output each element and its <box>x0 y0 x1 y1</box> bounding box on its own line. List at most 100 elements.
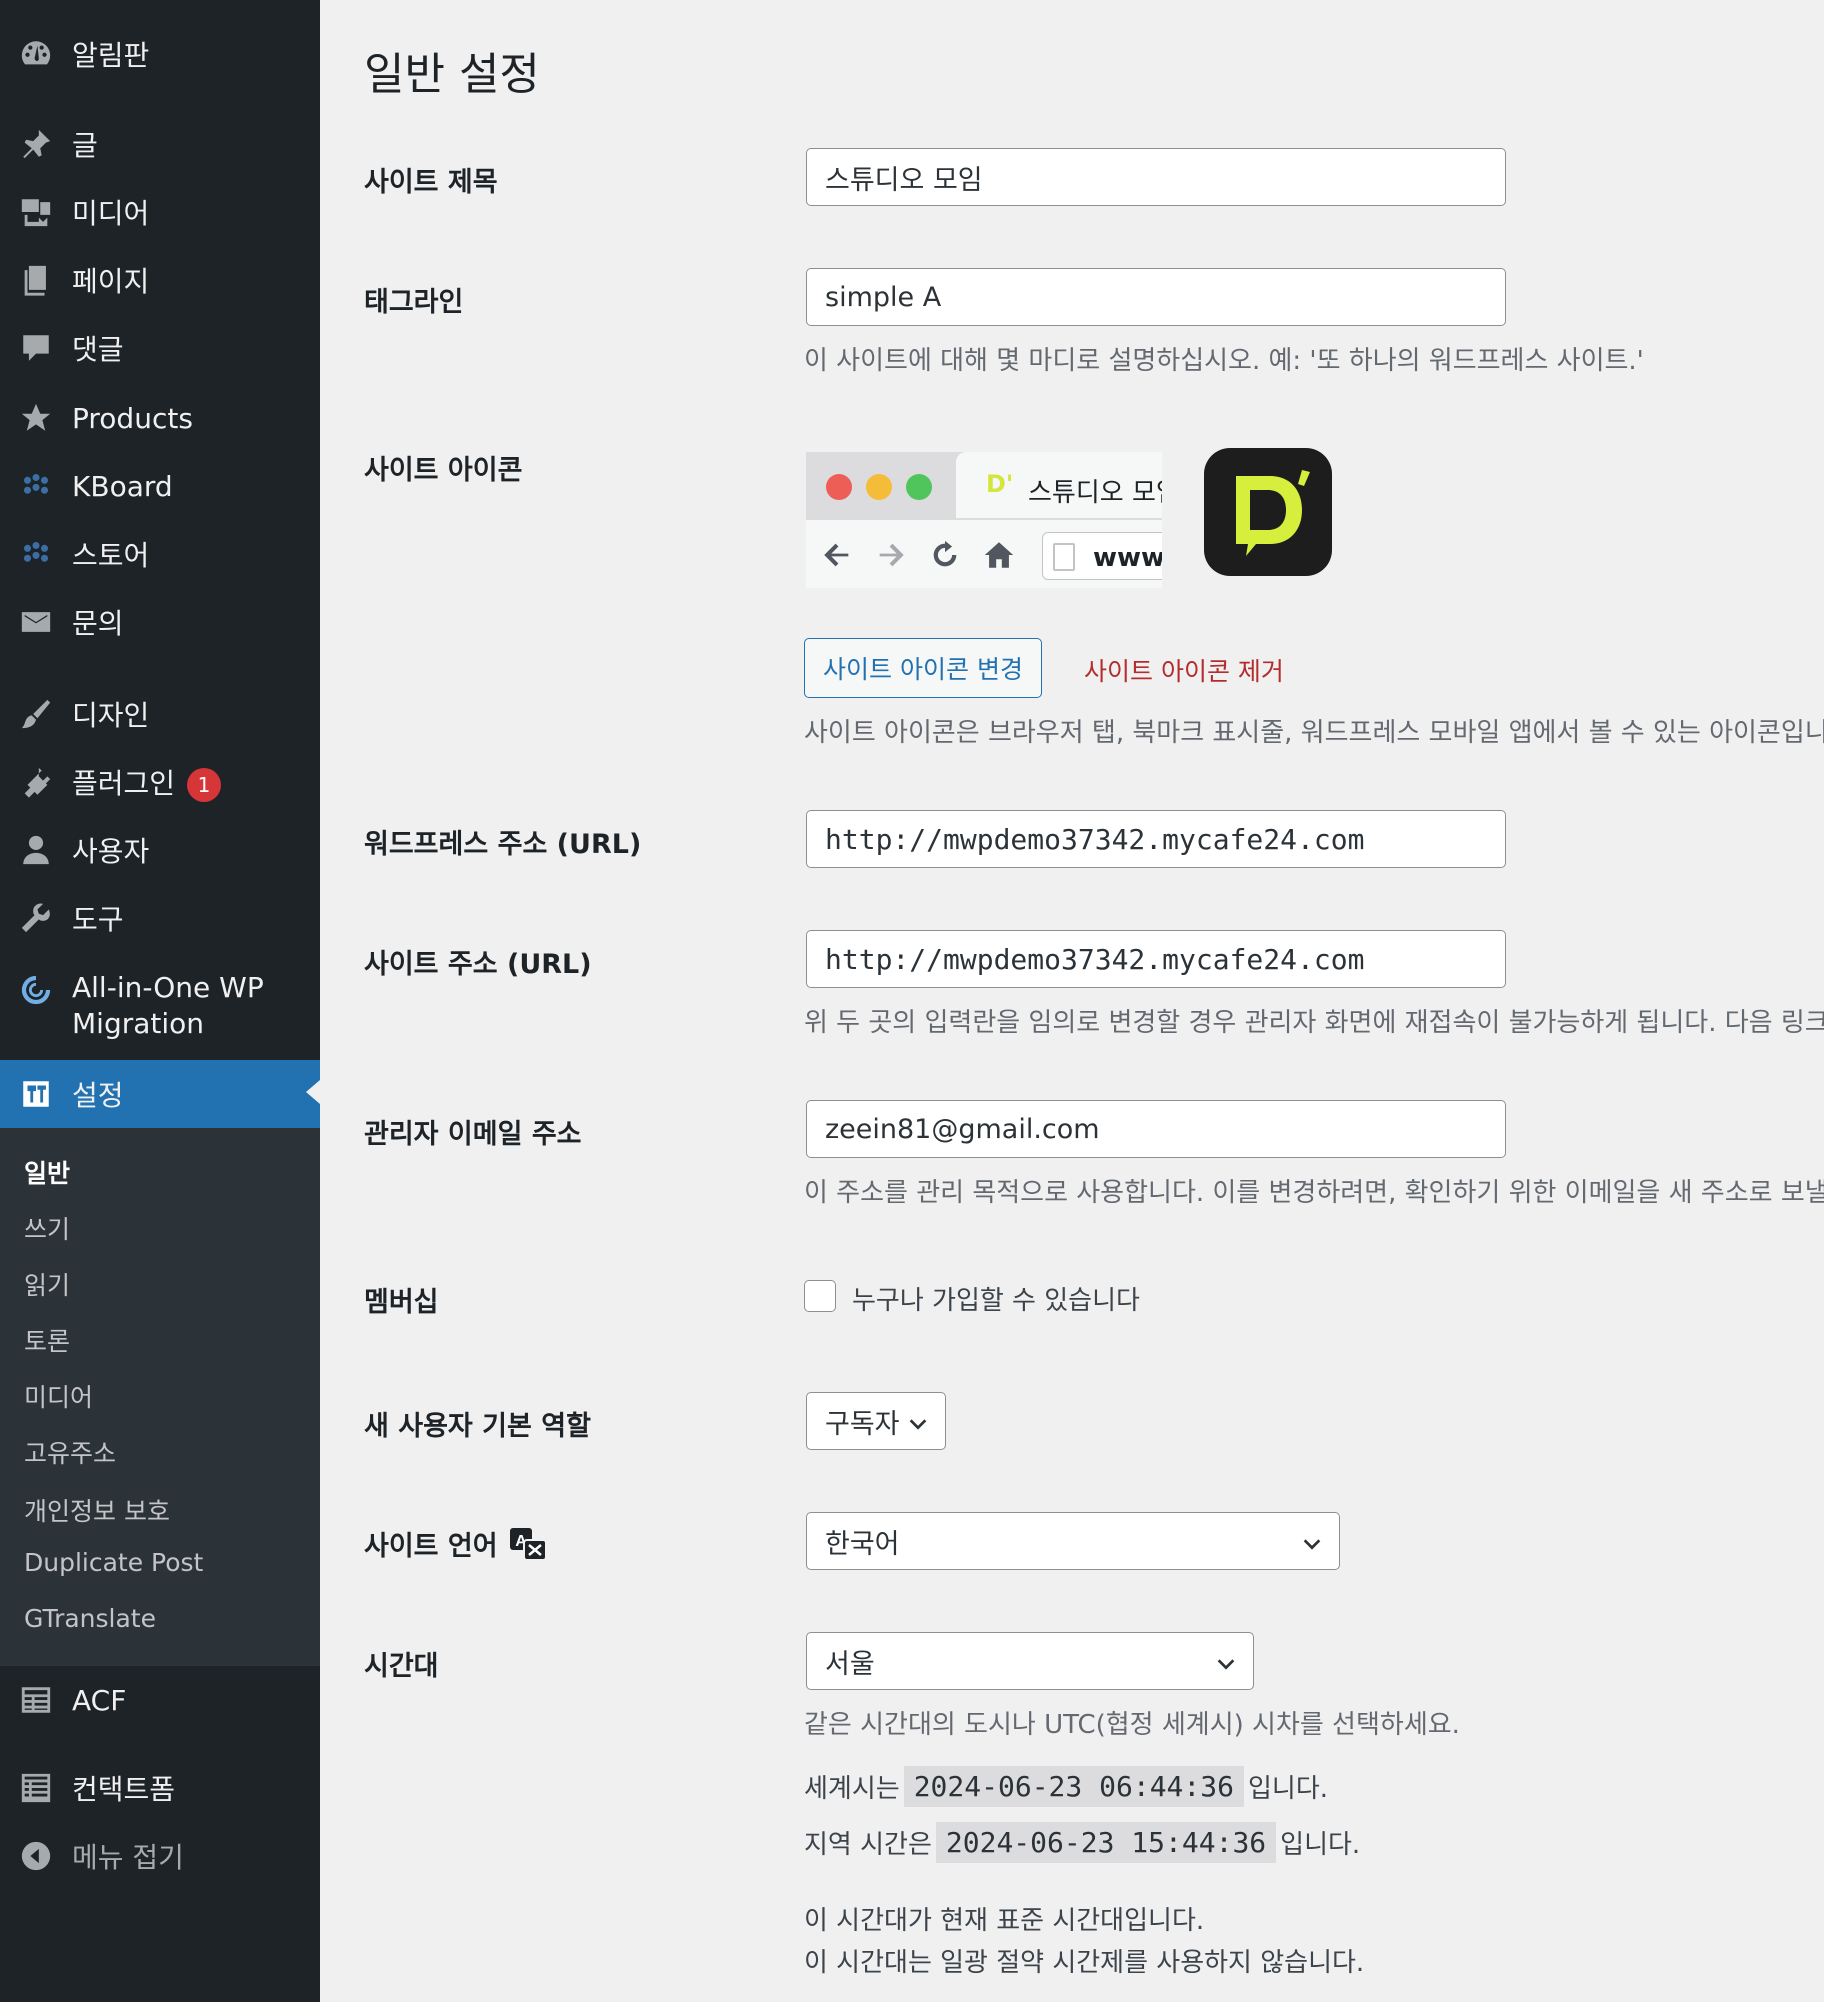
menu-item-users[interactable]: 사용자 <box>0 818 320 882</box>
settings-submenu: 일반 쓰기 읽기 토론 미디어 고유주소 개인정보 보호 Duplicate P… <box>0 1128 320 1666</box>
chevron-down-icon <box>907 1411 929 1433</box>
site-icon-description: 사이트 아이콘은 브라우저 탭, 북마크 표시줄, 워드프레스 모바일 앱에서 … <box>804 718 1824 748</box>
utc-suffix: 입니다. <box>1247 1774 1329 1804</box>
menu-item-comments[interactable]: 댓글 <box>0 316 320 380</box>
membership-checkbox[interactable] <box>804 1280 836 1312</box>
menu-label: ACF <box>72 1683 127 1717</box>
submenu-item-privacy[interactable]: 개인정보 보호 <box>24 1492 170 1528</box>
submenu-item-duplicate-post[interactable]: Duplicate Post <box>24 1548 203 1577</box>
mail-icon <box>18 604 54 640</box>
timezone-label: 시간대 <box>364 1651 439 1682</box>
menu-item-store[interactable]: 스토어 <box>0 522 320 586</box>
site-icon-browser-preview: D' 스튜디오 모임 www. <box>806 452 1162 588</box>
browser-tab: D' 스튜디오 모임 <box>956 452 1162 518</box>
utc-time: 2024-06-23 06:44:36 <box>903 1766 1244 1807</box>
submenu-item-media[interactable]: 미디어 <box>24 1378 93 1414</box>
menu-item-posts[interactable]: 글 <box>0 112 320 176</box>
tab-favicon-icon: D' <box>986 470 1014 498</box>
menu-item-appearance[interactable]: 디자인 <box>0 682 320 746</box>
translate-icon: A <box>508 1526 548 1562</box>
menu-item-contact[interactable]: 문의 <box>0 590 320 654</box>
wrench-icon <box>18 900 54 936</box>
brush-icon <box>18 696 54 732</box>
submenu-item-gtranslate[interactable]: GTranslate <box>24 1604 156 1633</box>
menu-label: All-in-One WP Migration <box>72 970 264 1042</box>
migration-label-line1: All-in-One WP <box>72 971 264 1004</box>
standard-time-note: 이 시간대가 현재 표준 시간대입니다. <box>804 1906 1205 1936</box>
menu-label: 페이지 <box>72 265 150 298</box>
submenu-item-reading[interactable]: 읽기 <box>24 1266 70 1302</box>
local-time: 2024-06-23 15:44:36 <box>935 1822 1277 1863</box>
site-language-label-row: 사이트 언어 A <box>364 1524 548 1563</box>
menu-item-media[interactable]: 미디어 <box>0 180 320 244</box>
site-language-value: 한국어 <box>825 1528 900 1560</box>
menu-label: 컨택트폼 <box>72 1773 176 1806</box>
menu-label: 디자인 <box>72 699 150 732</box>
menu-label: 메뉴 접기 <box>72 1841 184 1874</box>
minimize-dot-icon <box>866 474 892 500</box>
menu-label: 스토어 <box>72 539 150 572</box>
site-url-label: 사이트 주소 (URL) <box>364 949 592 980</box>
menu-item-products[interactable]: Products <box>0 386 320 450</box>
url-bar: www. <box>1042 532 1162 580</box>
admin-email-label: 관리자 이메일 주소 <box>364 1119 582 1150</box>
default-role-label: 새 사용자 기본 역할 <box>364 1411 591 1442</box>
admin-email-input[interactable]: zeein81@gmail.com <box>806 1100 1506 1158</box>
site-title-input[interactable]: 스튜디오 모임 <box>806 148 1506 206</box>
dashboard-icon <box>18 36 54 72</box>
site-url-input[interactable]: http://mwpdemo37342.mycafe24.com <box>806 930 1506 988</box>
membership-label: 멤버십 <box>364 1287 439 1318</box>
menu-item-plugins[interactable]: 플러그인 1 <box>0 750 320 814</box>
local-time-line: 지역 시간은 2024-06-23 15:44:36 입니다. <box>804 1822 1360 1863</box>
menu-label: Products <box>72 401 193 435</box>
media-icon <box>18 194 54 230</box>
tagline-input[interactable]: simple A <box>806 268 1506 326</box>
wp-url-label: 워드프레스 주소 (URL) <box>364 829 642 860</box>
pin-icon <box>18 126 54 162</box>
home-icon <box>982 538 1016 572</box>
collapse-menu-button[interactable]: 메뉴 접기 <box>0 1824 320 1888</box>
admin-email-description: 이 주소를 관리 목적으로 사용합니다. 이를 변경하려면, 확인하기 위한 이… <box>804 1178 1824 1208</box>
membership-checkbox-label[interactable]: 누구나 가입할 수 있습니다 <box>852 1280 1140 1317</box>
menu-item-dashboard[interactable]: 알림판 <box>0 22 320 86</box>
menu-label: 미디어 <box>72 197 150 230</box>
settings-icon <box>18 1076 54 1112</box>
utc-time-line: 세계시는 2024-06-23 06:44:36 입니다. <box>804 1766 1328 1807</box>
kboard-icon <box>18 468 54 504</box>
default-role-select[interactable]: 구독자 <box>806 1392 946 1450</box>
star-icon <box>18 400 54 436</box>
remove-site-icon-button[interactable]: 사이트 아이콘 제거 <box>1084 652 1284 688</box>
update-count-badge: 1 <box>187 768 222 802</box>
submenu-item-general[interactable]: 일반 <box>24 1154 70 1190</box>
tagline-label: 태그라인 <box>364 287 464 318</box>
menu-item-pages[interactable]: 페이지 <box>0 248 320 312</box>
utc-prefix: 세계시는 <box>804 1774 900 1804</box>
wp-url-input[interactable]: http://mwpdemo37342.mycafe24.com <box>806 810 1506 868</box>
menu-item-settings[interactable]: 설정 <box>0 1060 320 1128</box>
submenu-item-permalinks[interactable]: 고유주소 <box>24 1434 116 1470</box>
url-text: www. <box>1093 543 1162 573</box>
timezone-value: 서울 <box>825 1648 875 1680</box>
menu-label: 댓글 <box>72 333 124 366</box>
menu-item-contact-form[interactable]: 컨택트폼 <box>0 1756 320 1820</box>
migration-icon <box>18 972 54 1008</box>
back-arrow-icon <box>820 538 854 572</box>
menu-item-tools[interactable]: 도구 <box>0 886 320 950</box>
submenu-item-discussion[interactable]: 토론 <box>24 1322 70 1358</box>
site-language-label: 사이트 언어 <box>364 1531 498 1562</box>
menu-item-acf[interactable]: ACF <box>0 1668 320 1732</box>
default-role-value: 구독자 <box>825 1408 900 1440</box>
submenu-item-writing[interactable]: 쓰기 <box>24 1210 70 1246</box>
migration-label-line2: Migration <box>72 1007 205 1040</box>
store-icon <box>18 536 54 572</box>
collapse-icon <box>18 1838 54 1874</box>
page-icon <box>18 262 54 298</box>
menu-item-migration[interactable]: All-in-One WP Migration <box>0 958 320 1048</box>
reload-icon <box>928 538 962 572</box>
change-site-icon-button[interactable]: 사이트 아이콘 변경 <box>804 638 1042 698</box>
timezone-select[interactable]: 서울 <box>806 1632 1254 1690</box>
plugins-label: 플러그인 <box>72 767 176 800</box>
chevron-down-icon <box>1301 1531 1323 1553</box>
site-language-select[interactable]: 한국어 <box>806 1512 1340 1570</box>
menu-item-kboard[interactable]: KBoard <box>0 454 320 518</box>
